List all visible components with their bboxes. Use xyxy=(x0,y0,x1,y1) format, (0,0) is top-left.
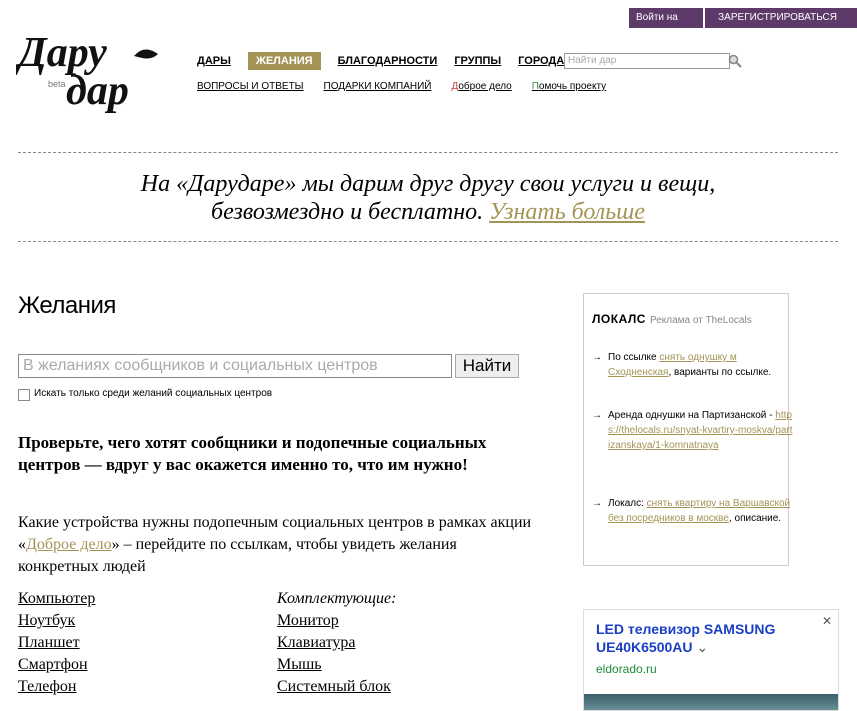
social-centers-checkbox-label: Искать только среди желаний социальных ц… xyxy=(34,388,273,399)
nav-wishes[interactable]: ЖЕЛАНИЯ xyxy=(247,52,321,70)
nav-help-project[interactable]: Помочь проекту xyxy=(532,81,606,92)
secondary-nav: ВОПРОСЫ И ОТВЕТЫ ПОДАРКИ КОМПАНИЙ Доброе… xyxy=(197,81,626,92)
component-link[interactable]: Клавиатура xyxy=(277,632,396,654)
locals-ad-item: → Локалс: снять квартиру на Варшавской бе… xyxy=(592,498,791,524)
register-button[interactable]: ЗАРЕГИСТРИРОВАТЬСЯ xyxy=(705,8,857,28)
page-title: Желания xyxy=(18,292,116,319)
component-link[interactable]: Мышь xyxy=(277,654,396,676)
locals-ad-item: → Аренда однушки на Партизанской - https:… xyxy=(592,410,793,451)
close-icon[interactable]: ✕ xyxy=(822,614,832,628)
intro-banner: На «Дарударе» мы дарим друг другу свои у… xyxy=(18,170,838,226)
auth-bar: Войти на сайт ЗАРЕГИСТРИРОВАТЬСЯ xyxy=(629,8,857,43)
divider-bottom xyxy=(18,241,838,242)
devices-list: Компьютер Ноутбук Планшет Смартфон Телеф… xyxy=(18,588,95,698)
nav-gifts[interactable]: ДАРЫ xyxy=(197,55,231,67)
lead-text: Проверьте, чего хотят сообщники и подопе… xyxy=(18,433,487,474)
logo-line2: дар xyxy=(66,68,129,114)
nav-faq[interactable]: ВОПРОСЫ И ОТВЕТЫ xyxy=(197,81,304,92)
nav-good-deed[interactable]: Доброе дело xyxy=(451,81,511,92)
locals-ad-header: ЛОКАЛС Реклама от TheLocals xyxy=(592,312,752,326)
device-link[interactable]: Планшет xyxy=(18,632,95,654)
component-link[interactable]: Системный блок xyxy=(277,676,396,698)
intro-paragraph: Какие устройства нужны подопечным социал… xyxy=(18,514,532,575)
main-nav: ДАРЫ ЖЕЛАНИЯ БЛАГОДАРНОСТИ ГРУППЫ ГОРОДА xyxy=(197,52,581,70)
social-centers-checkbox[interactable] xyxy=(18,389,30,401)
components-caption: Комплектующие: xyxy=(277,590,397,607)
search-icon[interactable] xyxy=(728,54,742,68)
site-logo[interactable]: Дару дар xyxy=(14,26,166,116)
tv-ad-url: eldorado.ru xyxy=(596,662,657,676)
tv-ad[interactable]: LED телевизор SAMSUNG UE40K6500AU ⌄ ✕ el… xyxy=(583,609,839,711)
wish-search-input[interactable]: В желаниях сообщников и социальных центр… xyxy=(18,354,452,378)
device-link[interactable]: Компьютер xyxy=(18,588,95,610)
components-list: Комплектующие: Монитор Клавиатура Мышь С… xyxy=(277,588,396,698)
chevron-down-icon: ⌄ xyxy=(696,639,709,655)
locals-ad-item: → По ссылке снять однушку м Сходненская, … xyxy=(592,352,772,378)
banner-line1: На «Дарударе» мы дарим друг другу свои у… xyxy=(140,171,716,197)
login-button[interactable]: Войти на сайт xyxy=(629,8,704,43)
nav-company-gifts[interactable]: ПОДАРКИ КОМПАНИЙ xyxy=(324,81,432,92)
banner-line2: безвозмездно и бесплатно. Узнать больше xyxy=(211,199,645,225)
logo-swirl xyxy=(134,49,158,59)
learn-more-link[interactable]: Узнать больше xyxy=(489,199,645,225)
find-button[interactable]: Найти xyxy=(455,354,519,378)
good-deed-link[interactable]: Доброе дело xyxy=(26,536,112,553)
nav-groups[interactable]: ГРУППЫ xyxy=(454,55,501,67)
nav-cities[interactable]: ГОРОДА xyxy=(518,55,564,67)
divider-top xyxy=(18,152,838,153)
locals-ad: ЛОКАЛС Реклама от TheLocals → По ссылке сн… xyxy=(583,293,793,566)
tv-ad-image xyxy=(584,694,838,710)
nav-thanks[interactable]: БЛАГОДАРНОСТИ xyxy=(338,55,438,67)
site-search-input[interactable]: Найти дар xyxy=(564,53,730,69)
device-link[interactable]: Телефон xyxy=(18,676,95,698)
component-link[interactable]: Монитор xyxy=(277,610,396,632)
beta-badge: beta xyxy=(48,79,66,89)
device-link[interactable]: Ноутбук xyxy=(18,610,95,632)
device-link[interactable]: Смартфон xyxy=(18,654,95,676)
tv-ad-title[interactable]: LED телевизор SAMSUNG UE40K6500AU ⌄ xyxy=(596,620,811,656)
